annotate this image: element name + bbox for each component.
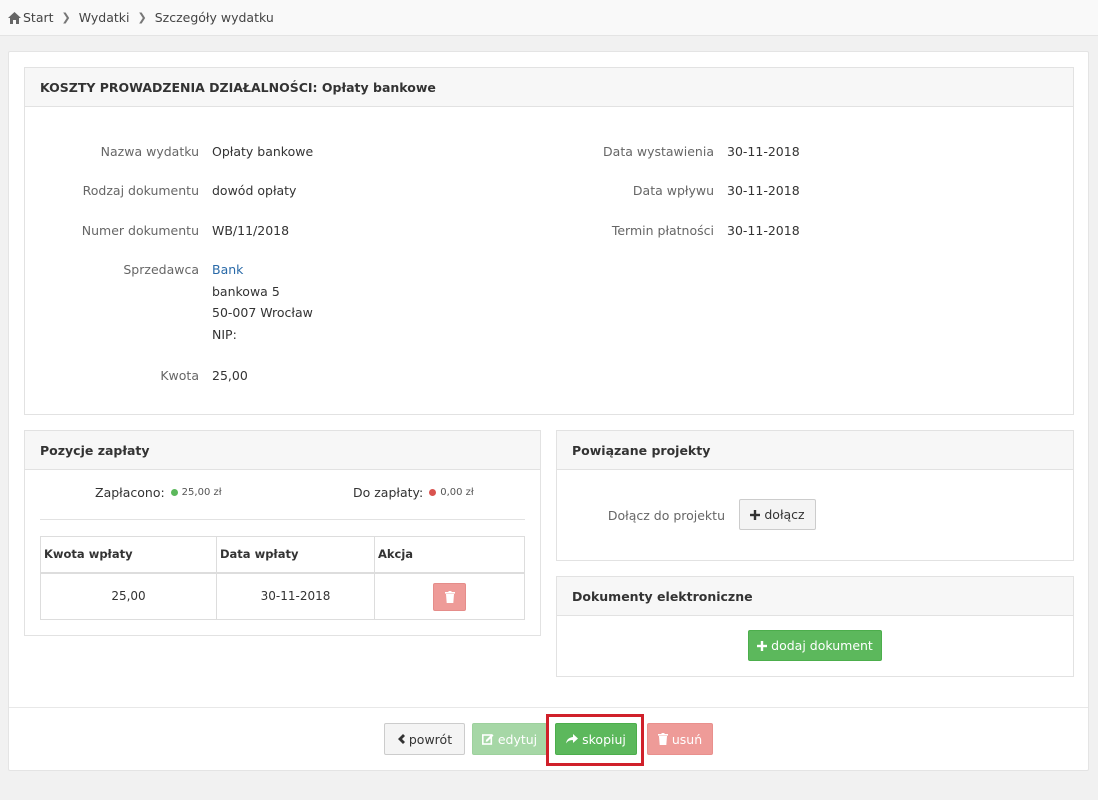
field-label-doc-type: Rodzaj dokumentu	[82, 183, 199, 198]
field-value-name: Opłaty bankowe	[212, 144, 314, 159]
field-label-receipt-date: Data wpływu	[632, 183, 714, 198]
breadcrumb: Start ❯ Wydatki ❯ Szczegóły wydatku	[0, 0, 1098, 36]
projects-panel: Powiązane projekty Dołącz do projektu do…	[556, 430, 1074, 561]
column-header-action: Akcja	[374, 536, 525, 574]
field-label-doc-number: Numer dokumentu	[81, 223, 199, 238]
paid-status-dot-icon	[170, 489, 178, 496]
field-value-amount: 25,00	[212, 368, 248, 383]
field-value-issue-date: 30-11-2018	[727, 144, 800, 159]
delete-button[interactable]: usuń	[647, 723, 713, 755]
paid-summary: Zapłacono: 25,00 zł	[95, 485, 222, 500]
chevron-right-icon: ❯	[137, 11, 147, 24]
due-summary: Do zapłaty: 0,00 zł	[353, 485, 474, 500]
edit-icon	[481, 734, 494, 745]
breadcrumb-start[interactable]: Start	[8, 10, 54, 25]
back-button[interactable]: powrót	[384, 723, 465, 755]
payment-amount: 25,00	[40, 572, 217, 620]
field-value-doc-number: WB/11/2018	[212, 223, 290, 238]
add-document-button[interactable]: dodaj dokument	[748, 630, 882, 661]
due-value: 0,00 zł	[440, 487, 474, 498]
chevron-left-icon	[397, 734, 405, 744]
payment-action-cell	[374, 572, 525, 620]
footer-divider	[9, 707, 1088, 708]
panel-title: KOSZTY PROWADZENIA DZIAŁALNOŚCI: Opłaty …	[25, 68, 1073, 107]
add-document-button-label: dodaj dokument	[771, 638, 873, 653]
field-value-due-date: 30-11-2018	[727, 223, 800, 238]
breadcrumb-start-label: Start	[23, 10, 54, 25]
copy-button-highlight	[546, 714, 644, 766]
edit-button[interactable]: edytuj	[472, 723, 547, 755]
join-project-button-label: dołącz	[764, 507, 805, 522]
expense-details-panel: KOSZTY PROWADZENIA DZIAŁALNOŚCI: Opłaty …	[24, 67, 1074, 415]
field-label-amount: Kwota	[160, 368, 199, 383]
seller-city: 50-007 Wrocław	[212, 305, 313, 320]
breadcrumb-expenses[interactable]: Wydatki	[79, 10, 130, 25]
seller-street: bankowa 5	[212, 284, 280, 299]
documents-panel: Dokumenty elektroniczne dodaj dokument	[556, 576, 1074, 677]
edit-button-label: edytuj	[497, 731, 538, 747]
paid-label: Zapłacono:	[95, 485, 165, 500]
seller-link[interactable]: Bank	[212, 262, 243, 277]
plus-icon	[750, 509, 761, 520]
payments-title: Pozycje zapłaty	[25, 431, 540, 470]
column-header-amount: Kwota wpłaty	[40, 536, 217, 574]
table-header-row: Kwota wpłaty Data wpłaty Akcja	[40, 536, 525, 574]
payment-date: 30-11-2018	[216, 572, 375, 620]
paid-value: 25,00 zł	[181, 487, 222, 498]
join-project-label: Dołącz do projektu	[607, 508, 725, 523]
payments-table: Kwota wpłaty Data wpłaty Akcja 25,00 30-…	[40, 536, 525, 620]
field-value-receipt-date: 30-11-2018	[727, 183, 800, 198]
home-icon	[8, 11, 21, 24]
projects-title: Powiązane projekty	[557, 431, 1073, 470]
expense-details-card: KOSZTY PROWADZENIA DZIAŁALNOŚCI: Opłaty …	[8, 51, 1089, 771]
due-label: Do zapłaty:	[353, 485, 424, 500]
field-value-doc-type: dowód opłaty	[212, 183, 297, 198]
breadcrumb-current: Szczegóły wydatku	[154, 10, 274, 25]
table-row: 25,00 30-11-2018	[40, 572, 525, 620]
join-project-button[interactable]: dołącz	[739, 499, 816, 530]
field-label-seller: Sprzedawca	[123, 262, 199, 277]
delete-payment-button[interactable]	[433, 582, 466, 611]
chevron-right-icon: ❯	[61, 11, 71, 24]
delete-button-label: usuń	[671, 731, 703, 747]
back-button-label: powrót	[408, 731, 453, 747]
plus-icon	[757, 640, 768, 651]
divider	[40, 519, 525, 520]
documents-title: Dokumenty elektroniczne	[557, 577, 1073, 616]
trash-icon	[657, 733, 668, 745]
field-label-issue-date: Data wystawienia	[603, 144, 714, 159]
column-header-date: Data wpłaty	[216, 536, 375, 574]
payments-panel: Pozycje zapłaty Zapłacono: 25,00 zł Do z…	[24, 430, 541, 636]
due-status-dot-icon	[429, 489, 437, 496]
field-label-name: Nazwa wydatku	[100, 144, 199, 159]
trash-icon	[444, 590, 455, 603]
seller-nip: NIP:	[212, 327, 237, 342]
field-label-due-date: Termin płatności	[611, 223, 714, 238]
